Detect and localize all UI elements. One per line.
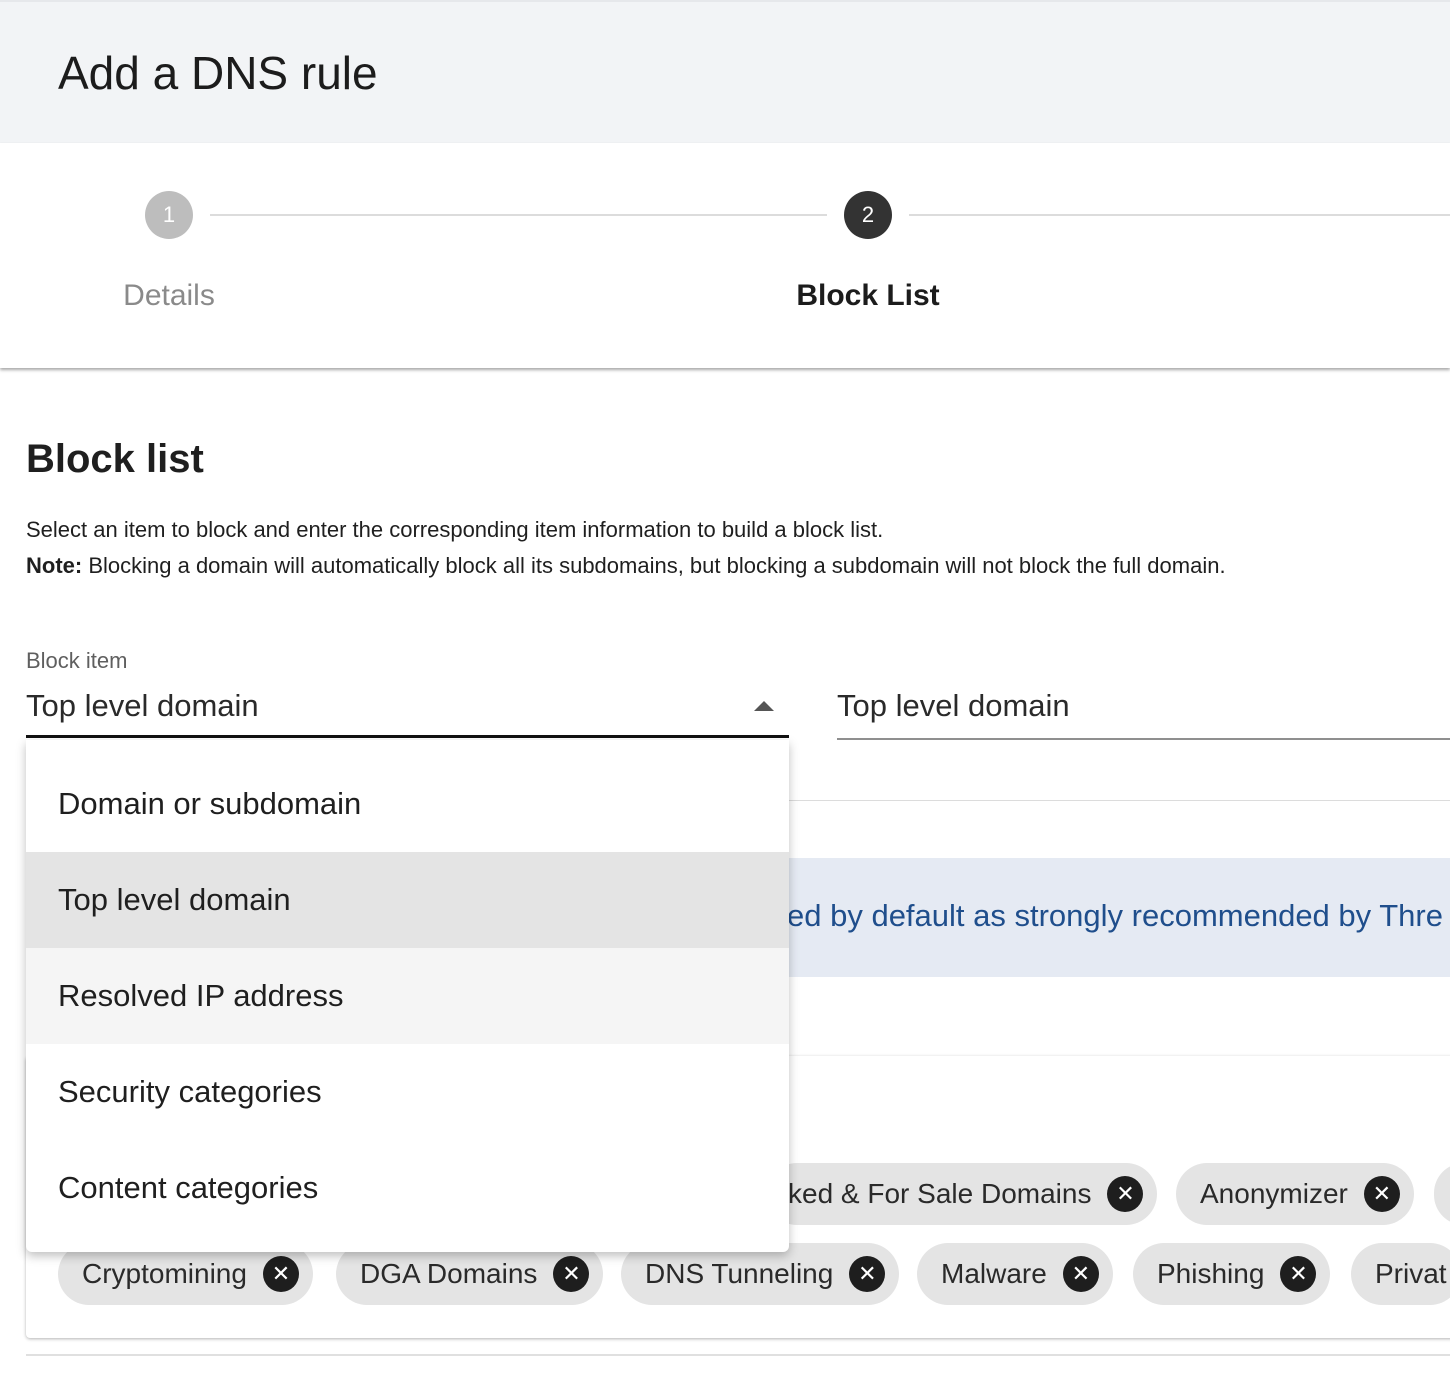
page-header: Add a DNS rule: [0, 0, 1450, 143]
divider: [26, 1354, 1450, 1356]
block-item-select[interactable]: Top level domain: [26, 688, 259, 724]
close-icon[interactable]: ✕: [849, 1256, 886, 1292]
info-banner: ed by default as strongly recommended by…: [789, 858, 1450, 977]
close-icon[interactable]: ✕: [1062, 1256, 1099, 1292]
input-underline: [837, 738, 1450, 740]
note-text: Blocking a domain will automatically blo…: [82, 553, 1226, 578]
category-chip: DNS Tunneling ✕: [621, 1243, 900, 1305]
close-icon[interactable]: ✕: [1107, 1176, 1144, 1212]
chip-label: DGA Domains: [360, 1258, 538, 1289]
step-1-indicator[interactable]: 1: [145, 191, 193, 239]
category-chip: Malware ✕: [917, 1243, 1113, 1305]
category-chip: [1434, 1163, 1450, 1225]
stepper: 1 2 Details Block List: [0, 143, 1450, 368]
category-chip: Privat: [1351, 1243, 1450, 1305]
close-icon[interactable]: ✕: [1280, 1256, 1317, 1292]
close-icon[interactable]: ✕: [262, 1256, 299, 1292]
chip-label: Malware: [941, 1258, 1047, 1289]
step-1-label[interactable]: Details: [123, 279, 215, 313]
category-chip: Phishing ✕: [1133, 1243, 1331, 1305]
option-resolved-ip-address[interactable]: Resolved IP address: [26, 948, 789, 1044]
category-chip: Anonymizer ✕: [1176, 1163, 1414, 1225]
option-domain-or-subdomain[interactable]: Domain or subdomain: [26, 756, 789, 852]
chip-label: Anonymizer: [1200, 1178, 1348, 1209]
caret-up-icon[interactable]: [754, 701, 774, 711]
step-connector: [909, 214, 1450, 216]
chip-label: Privat: [1375, 1258, 1447, 1289]
description-text: Select an item to block and enter the co…: [26, 517, 884, 542]
category-chip: DGA Domains ✕: [336, 1243, 604, 1305]
section-title: Block list: [26, 437, 204, 481]
chip-label: Cryptomining: [82, 1258, 247, 1289]
info-banner-text: ed by default as strongly recommended by…: [789, 898, 1443, 933]
close-icon[interactable]: ✕: [1363, 1176, 1400, 1212]
top-level-domain-input[interactable]: Top level domain: [837, 688, 1070, 724]
select-underline: [26, 735, 789, 738]
step-connector: [210, 214, 827, 216]
option-top-level-domain[interactable]: Top level domain: [26, 852, 789, 948]
option-content-categories[interactable]: Content categories: [26, 1140, 789, 1236]
section-description: Select an item to block and enter the co…: [26, 512, 1226, 584]
chip-label: DNS Tunneling: [645, 1258, 834, 1289]
note: Note: Blocking a domain will automatical…: [26, 548, 1226, 584]
chip-label: ked & For Sale Domains: [788, 1178, 1092, 1209]
category-chip: Cryptomining ✕: [58, 1243, 313, 1305]
divider: [789, 800, 1450, 801]
close-icon[interactable]: ✕: [553, 1256, 590, 1292]
category-chip: ked & For Sale Domains ✕: [766, 1163, 1158, 1225]
page-title: Add a DNS rule: [58, 47, 378, 99]
block-item-dropdown-menu: Domain or subdomain Top level domain Res…: [26, 740, 789, 1252]
step-2-indicator[interactable]: 2: [844, 191, 892, 239]
chip-label: Phishing: [1157, 1258, 1265, 1289]
note-label: Note:: [26, 553, 83, 578]
option-security-categories[interactable]: Security categories: [26, 1044, 789, 1140]
step-2-label: Block List: [796, 279, 940, 312]
block-item-label: Block item: [26, 648, 128, 673]
